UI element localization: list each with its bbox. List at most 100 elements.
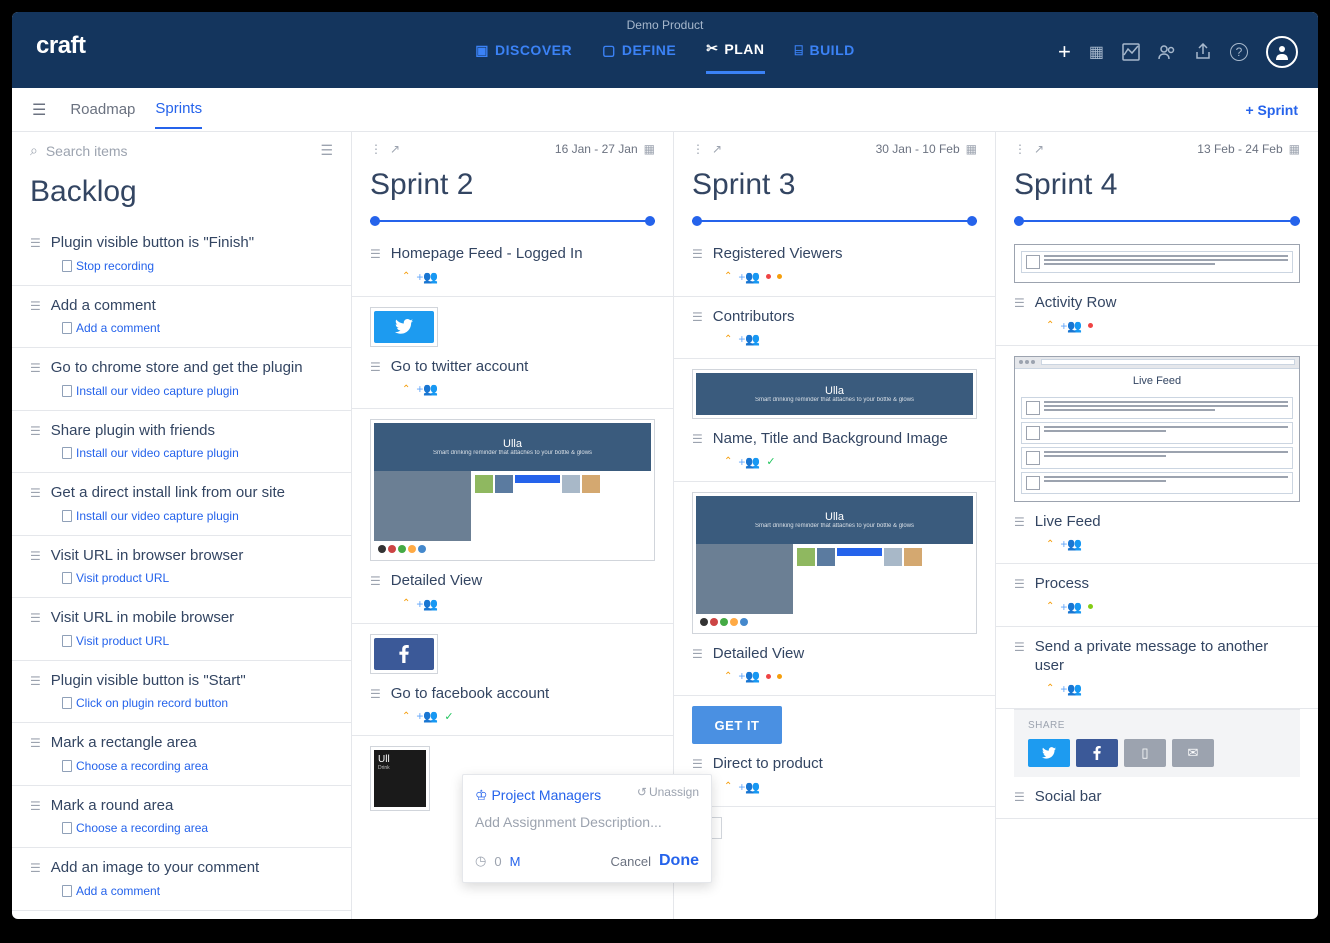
tab-roadmap[interactable]: Roadmap [70, 91, 135, 128]
thumb-hero[interactable]: UllaSmart drinking reminder that attache… [692, 359, 977, 419]
sprint-arrow-icon[interactable]: ↗ [1034, 142, 1044, 156]
priority-icon: ⌃ [402, 384, 410, 395]
item-sub: Click on plugin record button [62, 696, 333, 710]
nav-build[interactable]: ⌸BUILD [795, 40, 855, 74]
sprint-item[interactable]: ☰Go to twitter account⌃+👥 [352, 347, 673, 410]
thumb-ulla[interactable]: UllaSmart drinking reminder that attache… [370, 409, 655, 561]
sprint-menu-icon[interactable]: ⋮ [370, 142, 382, 156]
thumb-ulla[interactable]: UllaSmart drinking reminder that attache… [692, 482, 977, 634]
sprint-item[interactable]: ☰Detailed View⌃+👥 [674, 634, 995, 697]
calendar-icon[interactable]: ▦ [966, 142, 977, 156]
backlog-item[interactable]: ☰Add titleEnter recording description [12, 911, 351, 920]
people-icon[interactable] [1158, 43, 1176, 61]
share-facebook[interactable] [1076, 739, 1118, 767]
sprint-item[interactable]: ☰Send a private message to another user⌃… [996, 627, 1318, 709]
sprint-menu-icon[interactable]: ⋮ [692, 142, 704, 156]
thumb-blank[interactable] [692, 807, 977, 839]
assignee-icon[interactable]: +👥 [1060, 682, 1082, 696]
nav-define[interactable]: ▢DEFINE [602, 40, 676, 74]
calendar-icon[interactable]: ▦ [644, 142, 655, 156]
tab-sprints[interactable]: Sprints [155, 90, 202, 129]
help-icon[interactable]: ? [1230, 43, 1248, 61]
unassign-button[interactable]: ↺Unassign [637, 785, 699, 799]
filter-icon[interactable]: ☰ [320, 142, 333, 159]
backlog-item[interactable]: ☰Visit URL in browser browserVisit produ… [12, 536, 351, 599]
doc-icon [62, 447, 72, 459]
backlog-item[interactable]: ☰Go to chrome store and get the pluginIn… [12, 348, 351, 411]
sprint-item[interactable]: ☰Registered Viewers⌃+👥 [674, 234, 995, 297]
backlog-item[interactable]: ☰Add an image to your commentAdd a comme… [12, 848, 351, 911]
assignee-icon[interactable]: +👥 [738, 780, 760, 794]
priority-icon: ⌃ [1046, 683, 1054, 694]
backlog-item[interactable]: ☰Mark a rectangle areaChoose a recording… [12, 723, 351, 786]
assignee-icon[interactable]: +👥 [738, 669, 760, 683]
thumb-livefeed[interactable]: Live Feed [1014, 346, 1300, 502]
thumb-facebook[interactable] [370, 624, 655, 674]
sprint-item[interactable]: ☰Go to facebook account⌃+👥✓ [352, 674, 673, 737]
sprint-arrow-icon[interactable]: ↗ [390, 142, 400, 156]
calendar-icon[interactable]: ▦ [1289, 142, 1300, 156]
sprint-item[interactable]: ☰Process⌃+👥 [996, 564, 1318, 627]
assignee-icon[interactable]: +👥 [1060, 537, 1082, 551]
sprint-item[interactable]: ☰Live Feed⌃+👥 [996, 502, 1318, 565]
assignee-icon[interactable]: +👥 [416, 709, 438, 723]
item-meta: ⌃+👥 [724, 332, 977, 346]
add-icon[interactable]: + [1058, 39, 1071, 65]
backlog-item[interactable]: ☰Get a direct install link from our site… [12, 473, 351, 536]
popup-desc-input[interactable]: Add Assignment Description... [475, 814, 699, 830]
apps-icon[interactable]: ▦ [1089, 42, 1104, 62]
sprint-progress [1014, 220, 1300, 222]
backlog-item[interactable]: ☰Share plugin with friendsInstall our vi… [12, 411, 351, 474]
assignee-icon[interactable]: +👥 [416, 597, 438, 611]
add-sprint-button[interactable]: + Sprint [1245, 102, 1298, 118]
assignee-icon[interactable]: +👥 [738, 455, 760, 469]
thumb-twitter[interactable] [370, 297, 655, 347]
item-sub: Install our video capture plugin [62, 446, 333, 460]
doc-icon [62, 760, 72, 772]
backlog-item[interactable]: ☰Mark a round areaChoose a recording are… [12, 786, 351, 849]
doc-icon [62, 572, 72, 584]
sprint-menu-icon[interactable]: ⋮ [1014, 142, 1026, 156]
sprint-arrow-icon[interactable]: ↗ [712, 142, 722, 156]
share-twitter[interactable] [1028, 739, 1070, 767]
nav-plan[interactable]: ✂PLAN [706, 40, 764, 74]
backlog-item[interactable]: ☰Plugin visible button is "Start"Click o… [12, 661, 351, 724]
share-email[interactable]: ✉ [1172, 739, 1214, 767]
assignee-icon[interactable]: +👥 [416, 382, 438, 396]
item-title: Detailed View [713, 644, 977, 664]
backlog-item[interactable]: ☰Add a commentAdd a comment [12, 286, 351, 349]
sprint-date: 16 Jan - 27 Jan [555, 142, 638, 156]
menu-icon[interactable]: ☰ [32, 100, 46, 120]
sprint-item[interactable]: ☰Homepage Feed - Logged In⌃+👥 [352, 234, 673, 297]
assignee-icon[interactable]: +👥 [416, 270, 438, 284]
share-icon[interactable] [1194, 43, 1212, 61]
mock-hero: UllaSmart drinking reminder that attache… [696, 373, 973, 415]
sprint-item[interactable]: ☰Name, Title and Background Image⌃+👥✓ [674, 419, 995, 482]
sprint-item[interactable]: ☰Direct to product⌃+👥 [674, 744, 995, 807]
chart-icon[interactable] [1122, 43, 1140, 61]
drag-icon: ☰ [30, 674, 41, 688]
sprint-item[interactable]: ☰Detailed View⌃+👥 [352, 561, 673, 624]
assignee-icon[interactable]: +👥 [1060, 600, 1082, 614]
sprint-item[interactable]: ☰Social bar [996, 777, 1318, 820]
cancel-button[interactable]: Cancel [611, 854, 651, 869]
backlog-item[interactable]: ☰Plugin visible button is "Finish"Stop r… [12, 223, 351, 286]
thumb-wireframe[interactable] [1014, 234, 1300, 283]
item-title: Send a private message to another user [1035, 637, 1300, 676]
assignee-icon[interactable]: +👥 [738, 332, 760, 346]
thumb-share[interactable]: SHARE▯✉ [996, 709, 1318, 777]
done-button[interactable]: Done [659, 852, 699, 870]
item-meta: ⌃+👥 [724, 669, 977, 683]
backlog-item[interactable]: ☰Visit URL in mobile browserVisit produc… [12, 598, 351, 661]
sprint-item[interactable]: ☰Contributors⌃+👥 [674, 297, 995, 360]
nav-discover[interactable]: ▣DISCOVER [475, 40, 572, 74]
logo: craft [36, 32, 86, 60]
assignee-icon[interactable]: +👥 [738, 270, 760, 284]
popup-m[interactable]: M [510, 854, 521, 869]
search-input[interactable] [46, 143, 321, 159]
sprint-item[interactable]: ☰Activity Row⌃+👥 [996, 283, 1318, 346]
user-avatar[interactable] [1266, 36, 1298, 68]
assignee-icon[interactable]: +👥 [1060, 319, 1082, 333]
share-mobile[interactable]: ▯ [1124, 739, 1166, 767]
thumb-getit[interactable]: GET IT [692, 696, 977, 744]
